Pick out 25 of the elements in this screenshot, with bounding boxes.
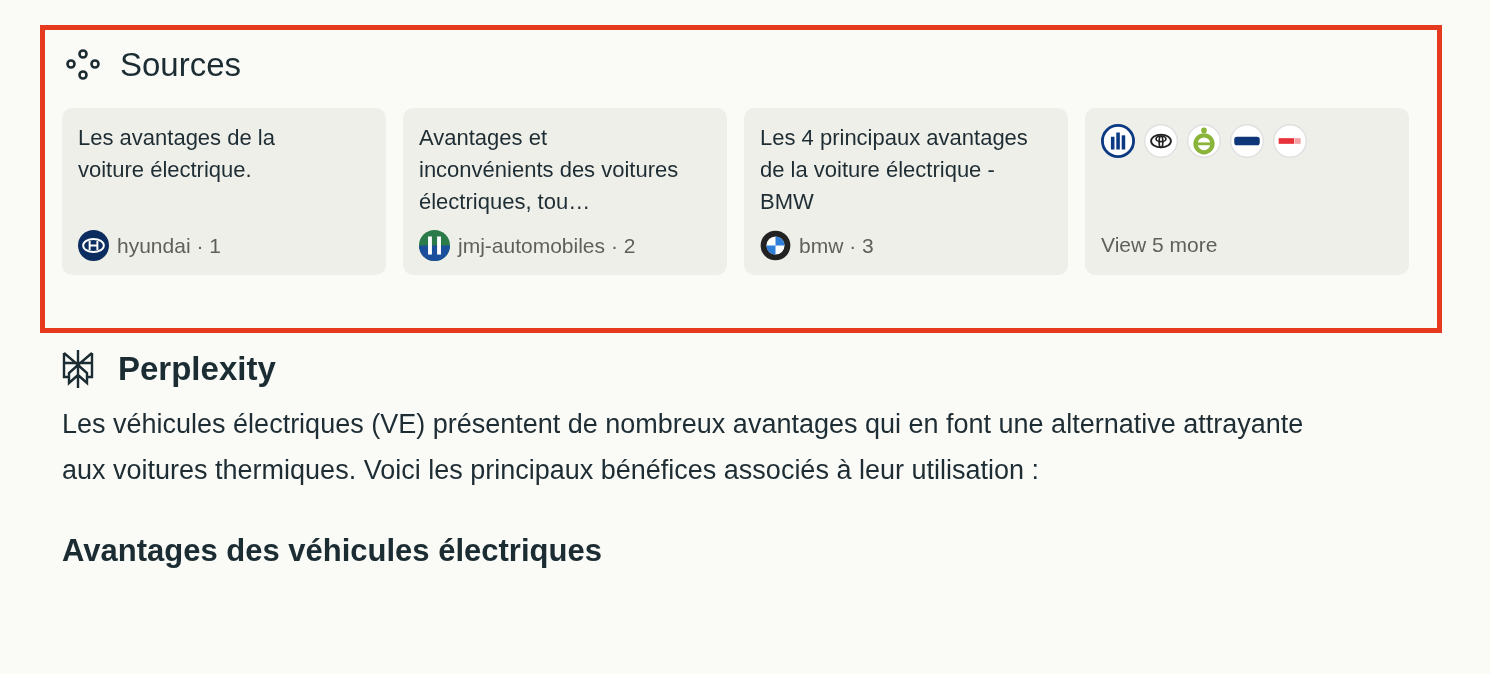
letter-logo-icon [1187,124,1221,158]
source-site: hyundai · 1 [117,233,221,258]
view-more-label: View 5 more [1101,233,1218,257]
source-card[interactable]: Les avantages de la voiture électrique. hyundai · 1 [62,108,386,275]
perplexity-logo-icon [60,349,96,389]
oval-logo-icon [78,230,109,261]
sources-title: Sources [120,46,242,84]
source-card[interactable]: Les 4 principaux avantages de la voiture électrique - BMW bmw · 3 [744,108,1068,275]
section-heading: Avantages des véhicules électriques [62,533,603,569]
wordmark-logo-icon [1230,124,1264,158]
source-site: jmj-automobiles · 2 [458,233,636,258]
dots-icon [66,49,100,81]
source-title: Avantages et inconvénients des voitures électriques, tou… [419,124,680,216]
ellipses-logo-icon [1144,124,1178,158]
roundel-logo-icon [760,230,791,261]
source-title: Les 4 principaux avantages de la voiture électrique - BMW [760,124,1028,216]
source-card[interactable]: Avantages et inconvénients des voitures électriques, tou… jmj-automobiles · 2 [403,108,727,275]
bars-logo-icon [1101,124,1135,158]
wordmark-logo-icon [1273,124,1307,158]
source-title: Les avantages de la voiture électrique. [78,124,276,184]
answer-title: Perplexity [118,350,276,388]
more-sources-card[interactable]: View 5 more [1085,108,1409,275]
source-site: bmw · 3 [799,233,874,258]
circle-logo-icon [419,230,450,261]
answer-paragraph: Les véhicules électriques (VE) présentent de nombreux avantages qui en font une alternative attrayante aux voitures thermiques. Voici les principaux bénéfices associés à leur utilisation : [62,408,1305,487]
